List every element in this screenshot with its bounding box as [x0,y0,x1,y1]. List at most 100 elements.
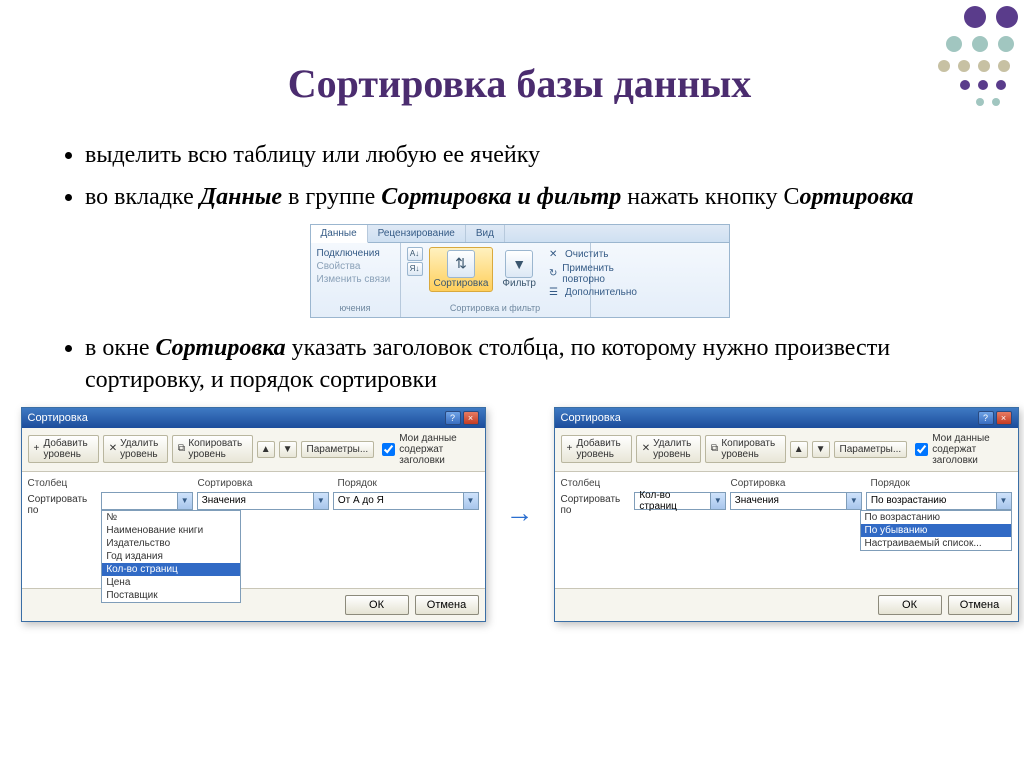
sort-button[interactable]: ⇅ Сортировка [429,247,494,292]
headers-checkbox-input[interactable] [382,443,395,456]
dropdown-item[interactable]: Издательство [102,537,240,550]
clear-button[interactable]: ✕Очистить [549,249,637,261]
filter-icon: ▼ [505,250,533,278]
em-text: Сортировка [156,335,286,361]
order-combo[interactable]: По возрастанию▼ По возрастанию По убыван… [866,492,1012,510]
move-up-button[interactable]: ▲ [257,441,275,458]
dropdown-item[interactable]: Кол-во страниц [102,563,240,576]
copy-icon: ⧉ [178,443,185,455]
dialog-grid: Столбец Сортировка Порядок Сортировать п… [22,472,485,588]
copy-level-button[interactable]: ⧉Копировать уровень [172,435,253,463]
cancel-button[interactable]: Отмена [948,595,1012,615]
cancel-button[interactable]: Отмена [415,595,479,615]
order-combo[interactable]: От А до Я▼ [333,492,479,510]
dialog-toolbar: +Добавить уровень ✕Удалить уровень ⧉Копи… [555,428,1018,472]
opt-label: Дополнительно [565,287,637,298]
ribbon: Данные Рецензирование Вид Подключения Св… [310,224,730,318]
ribbon-link-editlinks[interactable]: Изменить связи [317,273,394,286]
advanced-button[interactable]: ☰Дополнительно [549,287,637,299]
dialog-grid: Столбец Сортировка Порядок Сортировать п… [555,472,1018,588]
delete-level-button[interactable]: ✕Удалить уровень [103,435,168,463]
close-button[interactable]: × [996,411,1012,425]
tab-view[interactable]: Вид [466,225,505,242]
ribbon-link-connections[interactable]: Подключения [317,247,394,260]
close-button[interactable]: × [463,411,479,425]
ok-button[interactable]: ОК [345,595,409,615]
filter-button[interactable]: ▼ Фильтр [497,247,541,292]
btn-label: Удалить уровень [120,438,162,460]
chk-label: Мои данные содержат заголовки [932,433,1011,466]
row-label: Сортировать по [561,492,631,516]
headers-checkbox-input[interactable] [915,443,928,456]
grid-header: Столбец Сортировка Порядок [561,478,1012,489]
dialog-title: Сортировка [561,412,621,424]
btn-label: Добавить уровень [576,438,625,460]
help-button[interactable]: ? [978,411,994,425]
combo-value: Значения [202,495,246,506]
btn-label: Добавить уровень [43,438,92,460]
sorton-combo[interactable]: Значения▼ [730,492,862,510]
sort-desc-button[interactable]: Я↓ [407,262,423,276]
column-combo[interactable]: ▼ № Наименование книги Издательство Год … [101,492,192,510]
chevron-down-icon: ▼ [710,493,725,509]
headers-checkbox[interactable]: Мои данные содержат заголовки [382,433,478,466]
dropdown-item[interactable]: По убыванию [861,524,1011,537]
chevron-down-icon: ▼ [313,493,328,509]
add-level-button[interactable]: +Добавить уровень [28,435,99,463]
sort-dialog-right: Сортировка ? × +Добавить уровень ✕Удалит… [554,407,1019,622]
move-down-button[interactable]: ▼ [812,441,830,458]
sort-level-row: Сортировать по Кол-во страниц▼ Значения▼… [561,492,1012,516]
dialog-titlebar: Сортировка ? × [555,408,1018,428]
text: в окне [85,335,156,361]
column-dropdown: № Наименование книги Издательство Год из… [101,510,241,603]
copy-level-button[interactable]: ⧉Копировать уровень [705,435,786,463]
ribbon-link-properties[interactable]: Свойства [317,260,394,273]
dropdown-item[interactable]: По возрастанию [861,511,1011,524]
params-button[interactable]: Параметры... [301,441,375,458]
bullet-list-2: в окне Сортировка указать заголовок стол… [55,332,984,397]
ribbon-tabs: Данные Рецензирование Вид [311,225,729,243]
btn-label: Удалить уровень [653,438,695,460]
sort-level-row: Сортировать по ▼ № Наименование книги Из… [28,492,479,516]
dropdown-item[interactable]: Наименование книги [102,524,240,537]
sort-desc-icon: Я↓ [410,264,420,273]
dropdown-item[interactable]: Цена [102,576,240,589]
chk-label: Мои данные содержат заголовки [399,433,478,466]
ok-button[interactable]: ОК [878,595,942,615]
bullet-list: выделить всю таблицу или любую ее ячейку… [55,139,984,214]
dialogs-row: Сортировка ? × +Добавить уровень ✕Удалит… [55,407,984,622]
dropdown-item[interactable]: Год издания [102,550,240,563]
help-button[interactable]: ? [445,411,461,425]
dropdown-item[interactable]: Настраиваемый список... [861,537,1011,550]
headers-checkbox[interactable]: Мои данные содержат заголовки [915,433,1011,466]
sort-dialog-left: Сортировка ? × +Добавить уровень ✕Удалит… [21,407,486,622]
column-combo[interactable]: Кол-во страниц▼ [634,492,725,510]
tab-data[interactable]: Данные [311,225,368,243]
dropdown-item[interactable]: Поставщик [102,589,240,602]
col-header: Сортировка [198,478,338,489]
dialog-footer: ОК Отмена [22,588,485,621]
dialog-footer: ОК Отмена [555,588,1018,621]
dropdown-item[interactable]: № [102,511,240,524]
sort-asc-button[interactable]: A↓ [407,247,423,261]
reapply-button[interactable]: ↻Применить повторно [549,263,637,285]
combo-value: По возрастанию [871,495,947,506]
move-up-button[interactable]: ▲ [790,441,808,458]
delete-level-button[interactable]: ✕Удалить уровень [636,435,701,463]
plus-icon: + [34,443,41,455]
em-text: Данные [200,184,282,210]
opt-label: Очистить [565,249,609,260]
em-text: Сортировка и фильтр [381,184,621,210]
delete-icon: ✕ [642,443,650,455]
add-level-button[interactable]: +Добавить уровень [561,435,632,463]
move-down-button[interactable]: ▼ [279,441,297,458]
slide: Сортировка базы данных выделить всю табл… [0,0,1024,767]
ribbon-body: Подключения Свойства Изменить связи ючен… [311,243,729,317]
combo-value: Значения [735,495,779,506]
params-button[interactable]: Параметры... [834,441,908,458]
opt-label: Применить повторно [562,263,637,285]
ribbon-group-label: ючения [317,301,394,313]
sorton-combo[interactable]: Значения ▼ [197,492,329,510]
tab-review[interactable]: Рецензирование [368,225,466,242]
col-header: Порядок [871,478,1012,489]
